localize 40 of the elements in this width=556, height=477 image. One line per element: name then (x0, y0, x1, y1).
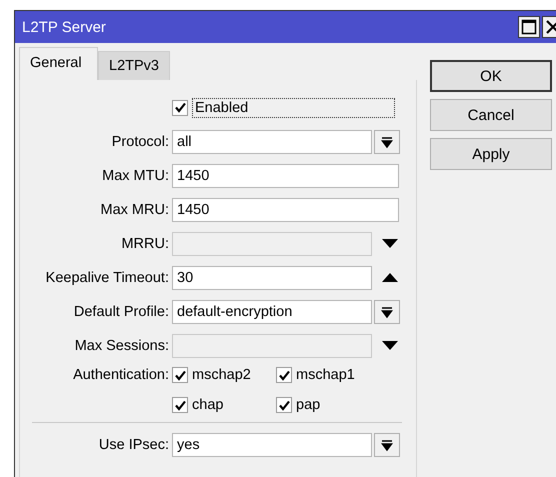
field-label: Use IPsec: (98, 436, 170, 452)
checkbox-label[interactable]: chap (192, 397, 224, 413)
input-field[interactable]: 30 (172, 266, 372, 290)
dropdown-icon[interactable] (374, 130, 400, 154)
dialog-button[interactable]: OK (430, 60, 552, 92)
tab[interactable]: General (19, 47, 98, 80)
dialog-button[interactable]: Apply (430, 138, 552, 170)
checkbox[interactable] (172, 100, 188, 116)
field-label: MRRU: (120, 236, 170, 252)
checkbox-label[interactable]: pap (296, 397, 320, 413)
field-label: Max Sessions: (74, 338, 170, 354)
field-label: Max MRU: (100, 202, 170, 218)
field-label: Protocol: (110, 134, 170, 150)
dropdown-field[interactable]: yes (172, 432, 372, 456)
field-label: Max MTU: (101, 168, 170, 184)
triangle-down-icon[interactable] (382, 239, 398, 248)
checkbox-label[interactable]: Enabled (192, 98, 395, 118)
dropdown-field[interactable]: default-encryption (172, 300, 372, 324)
checkbox[interactable] (276, 397, 292, 413)
checkbox[interactable] (172, 397, 188, 413)
dropdown-icon[interactable] (374, 432, 400, 456)
input-field[interactable]: 1450 (172, 164, 399, 188)
dialog-button[interactable]: Cancel (430, 99, 552, 131)
checkbox-label[interactable]: mschap1 (296, 367, 355, 383)
window-title: L2TP Server (22, 18, 106, 36)
maximize-icon[interactable] (518, 16, 540, 38)
tab[interactable]: L2TPv3 (98, 51, 170, 80)
dropdown-icon[interactable] (374, 300, 400, 324)
triangle-down-icon[interactable] (382, 341, 398, 350)
input-field[interactable] (172, 334, 372, 358)
checkbox-label[interactable]: mschap2 (192, 367, 251, 383)
input-field[interactable] (172, 232, 372, 256)
field-label: Authentication: (72, 367, 170, 383)
field-label: Keepalive Timeout: (44, 270, 170, 286)
dropdown-field[interactable]: all (172, 130, 372, 154)
checkbox[interactable] (276, 367, 292, 383)
checkbox[interactable] (172, 367, 188, 383)
field-label: Default Profile: (72, 304, 170, 320)
triangle-up-icon[interactable] (382, 273, 398, 282)
input-field[interactable]: 1450 (172, 198, 399, 222)
